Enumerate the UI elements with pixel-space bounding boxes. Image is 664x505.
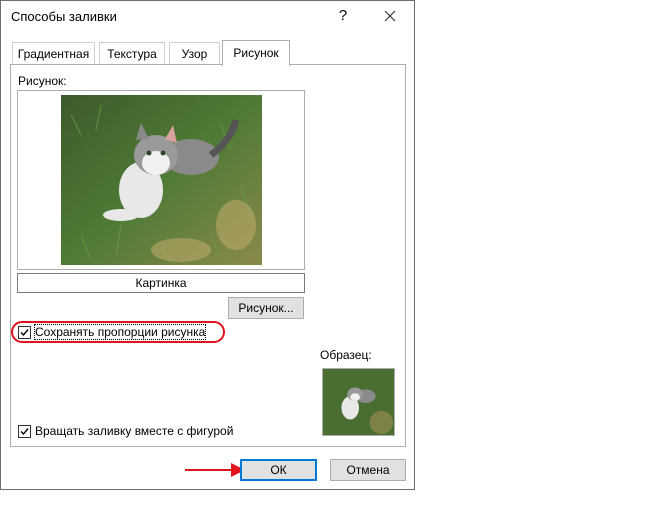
tab-gradient[interactable]: Градиентная bbox=[12, 42, 95, 64]
tab-pattern[interactable]: Узор bbox=[169, 42, 220, 64]
cancel-button[interactable]: Отмена bbox=[330, 459, 406, 481]
dialog-title: Способы заливки bbox=[11, 9, 117, 24]
rotate-with-shape-checkbox[interactable] bbox=[18, 424, 31, 438]
close-icon bbox=[384, 10, 396, 22]
picture-label: Рисунок: bbox=[18, 74, 67, 88]
keep-aspect-label: Сохранять пропорции рисунка bbox=[33, 324, 207, 340]
select-picture-button[interactable]: Рисунок... bbox=[228, 297, 304, 319]
picture-preview bbox=[61, 95, 262, 265]
help-button[interactable]: ? bbox=[332, 5, 354, 27]
title-bar: Способы заливки ? bbox=[1, 1, 414, 31]
checkmark-icon bbox=[20, 427, 29, 435]
tab-texture[interactable]: Текстура bbox=[99, 42, 165, 64]
ok-button[interactable]: ОК bbox=[240, 459, 317, 481]
picture-name-field: Картинка bbox=[17, 273, 305, 293]
sample-preview bbox=[322, 368, 395, 436]
tab-picture[interactable]: Рисунок bbox=[222, 40, 290, 66]
checkmark-icon bbox=[20, 328, 29, 336]
sample-label: Образец: bbox=[320, 348, 372, 362]
rotate-with-shape-label: Вращать заливку вместе с фигурой bbox=[35, 424, 234, 438]
rotate-with-shape-checkbox-row[interactable]: Вращать заливку вместе с фигурой bbox=[18, 424, 233, 438]
keep-aspect-checkbox-row[interactable]: Сохранять пропорции рисунка bbox=[18, 324, 207, 340]
keep-aspect-checkbox[interactable] bbox=[18, 325, 31, 339]
close-button[interactable] bbox=[379, 5, 401, 27]
red-arrow-icon bbox=[185, 463, 245, 477]
